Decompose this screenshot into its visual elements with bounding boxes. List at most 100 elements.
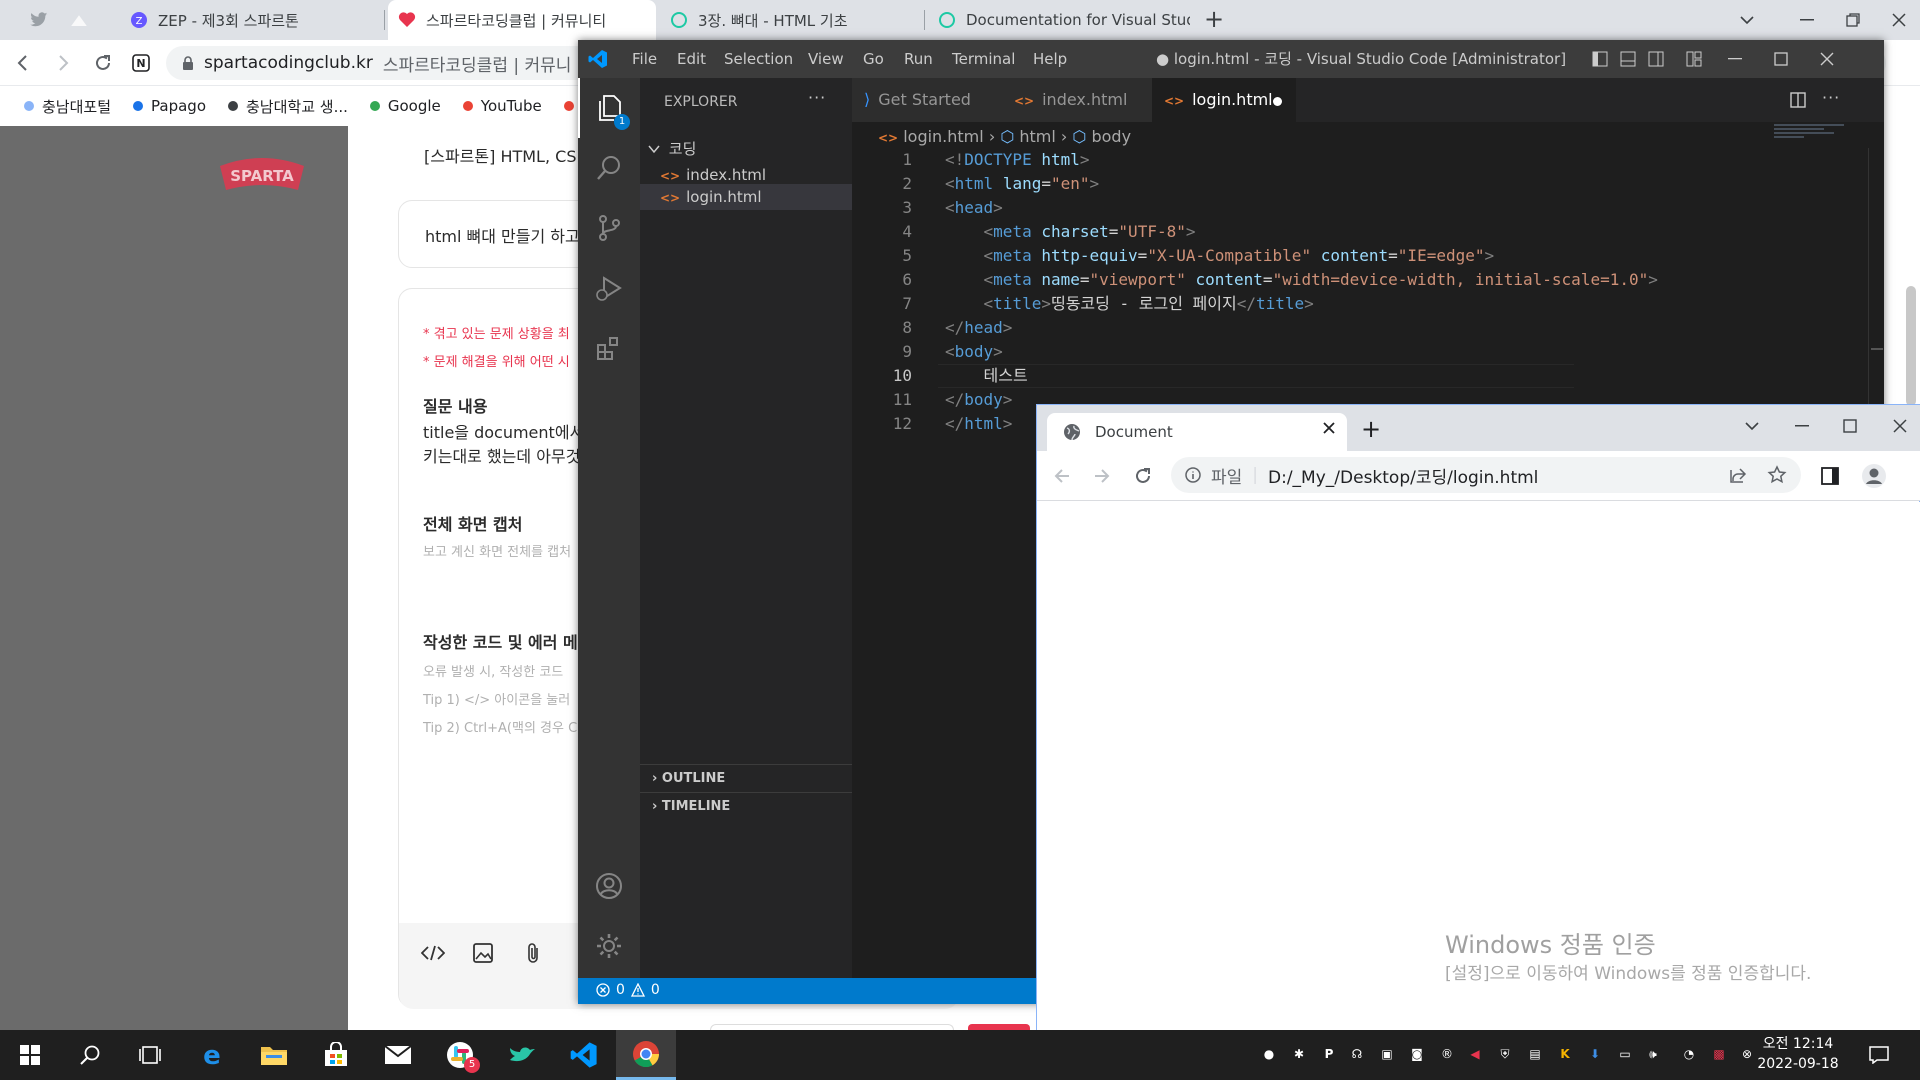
preview-tab-document[interactable]: Document [1047,413,1347,451]
explorer-icon[interactable]: 1 [578,78,640,138]
share-icon[interactable] [1729,466,1747,484]
app-tray-icon[interactable]: ◙ [1406,1043,1428,1065]
image-icon[interactable] [469,939,497,967]
toggle-panel-icon[interactable] [1620,51,1636,67]
slack-tray-icon[interactable]: ✱ [1288,1043,1310,1065]
browser-tab-sparta-community[interactable]: 스파르타코딩클럽 | 커뮤니티 [388,0,656,40]
minimize-button[interactable] [1795,425,1809,427]
preview-address-bar[interactable]: 파일 | D:/_My_/Desktop/코딩/login.html [1171,457,1801,493]
volume-tray-icon[interactable]: 🕪 [1642,1043,1664,1065]
new-tab-button[interactable]: + [1361,415,1381,443]
editor-more-icon[interactable]: ··· [1822,88,1840,107]
profile-avatar-icon[interactable] [1861,463,1887,489]
page-scrollbar[interactable] [1906,286,1916,406]
app2-tray-icon[interactable]: ▩ [1708,1043,1730,1065]
code-line[interactable]: <title>띵동코딩 - 로그인 페이지</title> [945,292,1314,316]
modal-backdrop[interactable] [0,126,348,1030]
headset-tray-icon[interactable]: ☊ [1346,1043,1368,1065]
menu-selection[interactable]: Selection [724,40,793,78]
menu-help[interactable]: Help [1033,40,1067,78]
pinned-tab-home[interactable] [60,0,100,40]
pinned-tab-twitter[interactable] [20,0,56,40]
notification-center-icon[interactable] [1868,1044,1890,1066]
search-icon[interactable] [578,138,640,198]
question-content-text[interactable]: title을 document에서 [423,419,584,443]
source-control-icon[interactable] [578,198,640,258]
code-block-icon[interactable] [419,939,447,967]
code-line[interactable]: <meta charset="UTF-8"> [945,220,1196,244]
back-button[interactable] [1053,467,1071,485]
tab-login-html[interactable]: <> login.html [1152,78,1296,122]
menu-terminal[interactable]: Terminal [952,40,1015,78]
folder-coding[interactable]: 코딩 [640,136,852,162]
forward-button[interactable] [1093,467,1111,485]
sound-alert-tray-icon[interactable]: ◀ [1464,1043,1486,1065]
tab-index-html[interactable]: <> index.html [1002,78,1152,122]
attachment-icon[interactable] [519,939,547,967]
reload-button[interactable] [1133,466,1153,486]
mail-icon[interactable] [368,1030,428,1080]
menu-view[interactable]: View [808,40,844,78]
k-tray-icon[interactable]: K [1554,1043,1576,1065]
account-icon[interactable] [578,856,640,916]
menu-go[interactable]: Go [863,40,884,78]
bird-app-icon[interactable] [492,1030,552,1080]
steam-tray-icon[interactable]: ● [1258,1043,1280,1065]
close-tray-icon[interactable]: ⊗ [1736,1043,1758,1065]
close-tab-icon[interactable] [1323,422,1335,434]
extensions-icon[interactable] [578,318,640,378]
code-line[interactable]: <body> [945,340,1003,364]
tab-get-started[interactable]: ⟩ Get Started [852,78,1002,122]
problems-indicator[interactable]: 0 0 [596,982,660,998]
run-debug-icon[interactable] [578,258,640,318]
search-icon[interactable] [60,1030,120,1080]
bookmark-google[interactable]: Google [369,97,441,115]
microsoft-store-icon[interactable] [306,1030,366,1080]
menu-edit[interactable]: Edit [677,40,706,78]
reload-button[interactable] [88,48,118,78]
code-line[interactable]: <meta name="viewport" content="width=dev… [945,268,1658,292]
bookmark-more[interactable] [563,101,574,111]
settings-gear-icon[interactable] [578,916,640,976]
bookmark-star-icon[interactable] [1767,465,1787,485]
taskbar-clock[interactable]: 오전 12:14 2022-09-18 [1756,1034,1840,1074]
vscode-maximize-icon[interactable] [1774,52,1788,66]
maximize-button[interactable] [1843,419,1857,433]
code-line[interactable]: </head> [945,316,1012,340]
browser-tab-html-basics[interactable]: 3장. 뼈대 - HTML 기초 [660,0,922,40]
bookmark-youtube[interactable]: YouTube [462,97,542,115]
slack-icon[interactable]: 5 [430,1030,490,1080]
close-button[interactable] [1876,0,1920,40]
breadcrumb-html[interactable]: html [1019,127,1055,146]
vscode-taskbar-icon[interactable] [554,1030,614,1080]
split-editor-icon[interactable] [1790,92,1806,108]
vscode-close-icon[interactable] [1820,52,1834,66]
chat-tray-icon[interactable]: ▣ [1376,1043,1398,1065]
security-tray-icon[interactable]: ⛨ [1494,1043,1516,1065]
code-line[interactable]: <html lang="en"> [945,172,1099,196]
code-line[interactable]: <head> [945,196,1003,220]
browser-tab-zep[interactable]: Z ZEP - 제3회 스파르톤 [120,0,382,40]
tab-search-button[interactable] [1724,0,1770,40]
question-content-text[interactable]: 키는대로 했는데 아무것 [423,443,580,467]
menu-run[interactable]: Run [904,40,933,78]
timeline-section[interactable]: › TIMELINE [640,792,852,820]
browser-tab-vscode-docs[interactable]: Documentation for Visual Studi [928,0,1190,40]
outline-section[interactable]: › OUTLINE [640,764,852,792]
bookmark-cnu-portal[interactable]: 충남대포털 [24,96,111,117]
tab-search-button[interactable] [1745,421,1759,431]
new-tab-button[interactable]: + [1200,6,1228,34]
more-actions-icon[interactable]: ··· [808,88,826,107]
notion-extension-icon[interactable]: N [126,48,156,78]
close-button[interactable] [1893,419,1907,433]
code-line[interactable]: </html> [945,412,1012,436]
restore-button[interactable] [1830,0,1876,40]
breadcrumb-file[interactable]: login.html [903,127,984,146]
code-line[interactable]: <!DOCTYPE html> [945,148,1090,172]
menu-file[interactable]: File [632,40,657,78]
display-tray-icon[interactable]: ▤ [1524,1043,1546,1065]
edge-icon[interactable]: e [182,1030,242,1080]
file-login-html[interactable]: <> login.html [640,184,852,210]
code-line[interactable]: </body> [945,388,1012,412]
minimize-button[interactable] [1784,0,1830,40]
